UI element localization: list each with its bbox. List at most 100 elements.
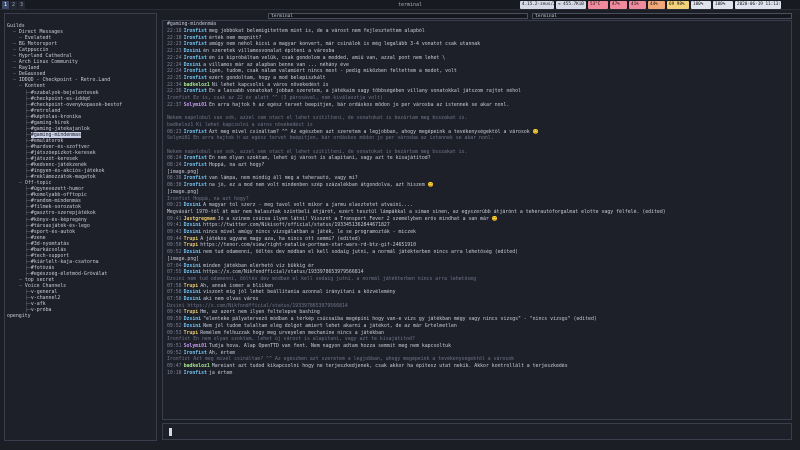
- tree-root[interactable]: opengity: [7, 313, 156, 319]
- message-author[interactable]: Ironfist: [184, 182, 207, 188]
- message-input[interactable]: [162, 423, 792, 440]
- message-author[interactable]: Dzsini: [184, 62, 202, 68]
- message-author[interactable]: Trupi: [184, 283, 199, 289]
- status-pill: 53°C: [588, 1, 608, 9]
- message-author[interactable]: Solymi01: [184, 102, 207, 108]
- message-text: Nekem napolobul van sok, azzel sem otact…: [167, 115, 468, 122]
- message-row: 09:52 Dzsini Nem jól tudom talaltam elég d…: [167, 323, 787, 330]
- message-author[interactable]: Dzsini: [184, 202, 202, 208]
- message-row: 22:23 Ironfist amúgy nem néhol kicsi a mag…: [167, 41, 787, 48]
- message-timestamp: 22:18: [167, 28, 182, 34]
- message-author[interactable]: Ironfist: [184, 175, 207, 181]
- message-author[interactable]: Dzsini: [184, 289, 202, 295]
- message-author[interactable]: Ironfist: [184, 68, 207, 74]
- message-author[interactable]: Trupi: [184, 242, 199, 248]
- message-text: a villamos már az alapban benne van ... …: [203, 61, 349, 68]
- message-author[interactable]: Ironfist: [184, 35, 207, 41]
- message-text: Én nem olyan szoktam, lehet új várost is…: [208, 155, 431, 162]
- message-timestamp: 08:36: [167, 175, 182, 182]
- message-author[interactable]: badkeloz1: [184, 82, 210, 88]
- message-author[interactable]: Ironfist: [184, 75, 207, 81]
- status-pill: 44%: [648, 1, 665, 9]
- message-row: 09:53 Trupi Remélem felhuzzak hogy meg urv…: [167, 330, 787, 337]
- message-timestamp: 22:23: [167, 48, 182, 55]
- message-row: Dzsini https://x.com/Nikfondfficial/stat…: [167, 303, 787, 310]
- message-timestamp: 09:48: [167, 309, 182, 316]
- message-text: aki nem olvas város: [203, 296, 259, 302]
- message-timestamp: 09:23: [167, 202, 182, 209]
- message-text: viszont míg jól lehet beállítania azonna…: [203, 289, 396, 296]
- message-text: Megvásárl 1970-től át már nem halasztak …: [167, 208, 666, 215]
- message-text: Ironfist Én nem olyan szoktam, lehet új …: [167, 336, 415, 343]
- message-row: 09:47 badkeloz1 Mareiant azt tudod kikapcs…: [167, 363, 787, 370]
- message-author[interactable]: Trupi: [184, 309, 199, 315]
- message-author[interactable]: badkeloz1: [184, 363, 210, 369]
- message-row: Ironfist Azt meg mivel csináltam? ^^ Az …: [167, 356, 787, 363]
- message-row: 22:37 Solymi01 Én arra hajtok h az egész t…: [167, 102, 787, 109]
- message-row: 09:50 Dzsini "elenteke pályatervező módban…: [167, 316, 787, 323]
- workspace-2[interactable]: 2: [10, 1, 17, 9]
- message-text: én is kipróbáltam velük, csak gondolom a…: [208, 54, 446, 61]
- message-author[interactable]: Trupi: [184, 330, 199, 336]
- message-author[interactable]: Ironfist: [184, 28, 207, 34]
- message-author[interactable]: Justgregman: [184, 216, 216, 222]
- search-field[interactable]: terminal: [268, 13, 528, 19]
- message-row: 09:51 Solymi01 Tudja hova. Alap OpenTTD va…: [167, 343, 787, 350]
- message-row: Ironfist Én nem olyan szoktam, lehet új …: [167, 336, 787, 343]
- message-row: 09:41 Dzsini https://twitter.com/Nikisoft/…: [167, 222, 787, 229]
- message-author[interactable]: Dzsini: [184, 249, 202, 255]
- message-author[interactable]: Ironfist: [184, 55, 207, 61]
- message-author[interactable]: Ironfist: [184, 129, 207, 135]
- message-timestamp: 08:24: [167, 155, 182, 162]
- terminal-field[interactable]: terminal: [532, 13, 792, 19]
- message-timestamp: 09:50: [167, 242, 182, 249]
- workspace-1[interactable]: 1: [2, 1, 9, 9]
- message-author[interactable]: Dzsini: [184, 323, 202, 329]
- message-text: badkeloz1 Ki lehet kapcsolni a város növ…: [167, 121, 313, 128]
- message-author[interactable]: Ironfist: [184, 41, 207, 47]
- message-row: 08:23 Ironfist Azt meg mivel csináltam? ^^…: [167, 129, 787, 136]
- message-row: 10:18 Ironfist ja értem: [167, 370, 787, 377]
- message-text: én szeretek villamosvonalat építeni a vá…: [203, 48, 335, 55]
- message-author[interactable]: Dzsini: [184, 229, 202, 235]
- status-pill: 69 98%: [667, 1, 689, 9]
- message-text: Mareiant azt tudod kikapcsolni hogy ne t…: [211, 363, 568, 369]
- message-timestamp: 22:37: [167, 101, 182, 108]
- message-text: Hm, az azert nem ilyen feltelepve bashin…: [200, 309, 320, 316]
- message-row: 07:55 Dzsini https://x.com/Nikfondfficial/…: [167, 269, 787, 276]
- message-author[interactable]: Dzsini: [184, 269, 202, 275]
- message-author[interactable]: Dzsini: [184, 296, 202, 302]
- message-row: Nekem napolobul van sok, azzel sem otact…: [167, 149, 787, 156]
- message-author[interactable]: Dzsini: [184, 222, 202, 228]
- message-author[interactable]: Dzsini: [184, 263, 202, 269]
- message-timestamp: 22:24: [167, 68, 182, 75]
- message-text: Remélem felhuzzak hogy meg urveyelen mec…: [200, 329, 384, 336]
- message-text: "elenteke pályatervező módban a térkép c…: [203, 316, 597, 323]
- message-author[interactable]: Ironfist: [184, 155, 207, 161]
- chat-title: #gaming-mindenmás: [167, 21, 217, 27]
- message-timestamp: 09:41: [167, 222, 182, 229]
- message-text: Ironfist Hoppá, na azt hogy?: [167, 195, 249, 202]
- message-timestamp: 09:52: [167, 349, 182, 356]
- message-author[interactable]: Solymi01: [184, 343, 207, 349]
- message-text: Nem jól tudom talaltam elég dolgot amier…: [203, 322, 457, 329]
- guild-tree: Guilds ─ Direct Messages ─ Evelatedt ─ BG M…: [5, 14, 156, 319]
- message-row: 22:18 Ironfist érték nem megnitt?: [167, 35, 787, 42]
- message-author[interactable]: Dzsini: [184, 316, 202, 322]
- message-author[interactable]: Trupi: [184, 236, 199, 242]
- message-author[interactable]: Dzsini: [184, 48, 202, 54]
- message-author[interactable]: Ironfist: [184, 88, 207, 94]
- message-author[interactable]: Ironfist: [184, 162, 207, 168]
- message-text: Ah, annak ismer a bliiken: [200, 282, 274, 289]
- message-timestamp: 22:23: [167, 41, 182, 48]
- message-timestamp: 07:55: [167, 269, 182, 276]
- message-author[interactable]: Ironfist: [184, 350, 207, 356]
- message-row: 22:24 Ironfist én is kipróbáltam velük, cs…: [167, 55, 787, 62]
- window-title: terminal: [397, 2, 423, 8]
- message-row: Dzsini nem tud odamenni, ööltés dev módb…: [167, 276, 787, 283]
- message-row: [image.png]: [167, 189, 787, 196]
- workspace-3[interactable]: 3: [18, 1, 25, 9]
- message-timestamp: 08:23: [167, 128, 182, 135]
- message-author[interactable]: Ironfist: [184, 370, 207, 376]
- message-text: Azt meg mivel csináltam? ^^ Az egészben …: [208, 128, 539, 135]
